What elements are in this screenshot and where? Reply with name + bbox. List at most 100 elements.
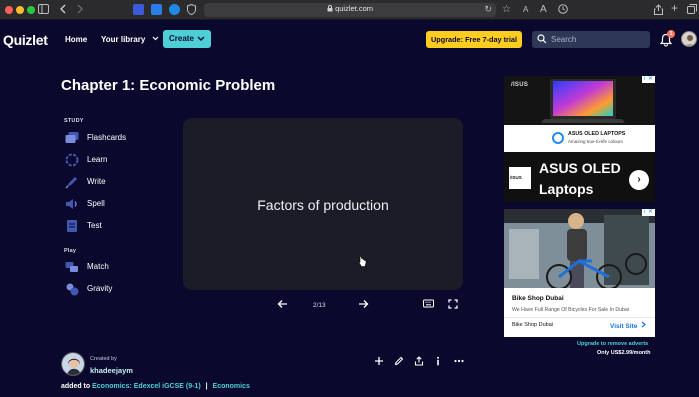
mode-label: Learn bbox=[87, 155, 108, 164]
ad-asus-strip: ASUS OLED LAPTOPS Amazing true-to-life c… bbox=[504, 125, 655, 152]
mouse-cursor-icon bbox=[358, 256, 367, 267]
ad-asus-subline: Amazing true-to-life colours bbox=[568, 139, 623, 144]
ad-bike-advertiser: Bike Shop Dubai bbox=[512, 322, 553, 328]
user-avatar[interactable] bbox=[681, 31, 697, 47]
zoom-window-button[interactable] bbox=[27, 6, 35, 14]
nav-home-link[interactable]: Home bbox=[65, 35, 87, 44]
creator-avatar[interactable] bbox=[61, 352, 85, 376]
upgrade-trial-button[interactable]: Upgrade: Free 7-day trial bbox=[426, 31, 522, 48]
text-larger-icon[interactable]: A bbox=[540, 4, 547, 16]
keyboard-icon bbox=[423, 299, 434, 308]
gravity-planet-icon bbox=[66, 283, 79, 296]
separator: | bbox=[205, 383, 208, 390]
bike-shop-image: i ✕ bbox=[504, 209, 655, 288]
more-options-button[interactable] bbox=[454, 356, 464, 370]
ad-close-icon[interactable]: ✕ bbox=[645, 209, 655, 216]
more-dots-icon bbox=[454, 359, 464, 363]
search-input[interactable]: Search bbox=[532, 31, 650, 48]
speaker-icon bbox=[66, 199, 77, 209]
page-title: Chapter 1: Economic Problem bbox=[61, 77, 276, 94]
chevron-down-icon bbox=[197, 36, 205, 41]
sidebar-toggle-icon[interactable] bbox=[38, 4, 49, 18]
oled-badge-icon bbox=[552, 132, 564, 144]
ad-asus-arrow-button[interactable]: › bbox=[629, 170, 649, 190]
reload-icon[interactable]: ↻ bbox=[484, 4, 492, 15]
edit-set-button[interactable] bbox=[394, 356, 404, 370]
your-library-label: Your library bbox=[101, 35, 146, 44]
visit-site-link[interactable]: Visit Site bbox=[610, 321, 647, 330]
ad-bike-shop[interactable]: i ✕ Bike Shop Dubai We Have Full Range O… bbox=[504, 209, 655, 337]
new-tab-icon[interactable]: + bbox=[671, 2, 678, 14]
mode-label: Write bbox=[87, 177, 106, 186]
mode-label: Spell bbox=[87, 199, 105, 208]
added-to-line: added to Economics: Edexcel iGCSE (9-1) … bbox=[61, 383, 250, 390]
quizlet-logo[interactable]: Quizlet bbox=[3, 32, 48, 48]
share-set-button[interactable] bbox=[414, 356, 424, 370]
nav-your-library-link[interactable]: Your library bbox=[101, 35, 159, 44]
pen-icon bbox=[65, 177, 77, 189]
lock-icon bbox=[327, 5, 333, 12]
next-card-button[interactable] bbox=[358, 299, 369, 312]
back-icon[interactable] bbox=[59, 4, 67, 18]
upgrade-remove-ads-link[interactable]: Upgrade to remove adverts bbox=[577, 341, 648, 347]
ad-asus-footer: /ISUS ASUS OLED Laptops › bbox=[504, 152, 655, 202]
plus-icon bbox=[375, 357, 383, 365]
ad-close-icon[interactable]: ✕ bbox=[645, 76, 655, 83]
created-by-label: Created by bbox=[90, 356, 117, 362]
asus-brand-text: /ISUS bbox=[511, 82, 529, 88]
previous-card-button[interactable] bbox=[277, 299, 288, 312]
shield-icon[interactable] bbox=[187, 3, 196, 19]
card-counter: 2/13 bbox=[313, 302, 326, 309]
pencil-icon bbox=[394, 356, 404, 366]
mode-label: Flashcards bbox=[87, 133, 127, 142]
mode-label: Match bbox=[87, 262, 109, 271]
ad-bike-title: Bike Shop Dubai bbox=[512, 295, 564, 302]
divider bbox=[504, 317, 655, 318]
arrow-right-icon bbox=[359, 300, 369, 308]
creator-name-link[interactable]: khadeejaym bbox=[90, 366, 133, 375]
chevron-down-icon bbox=[152, 36, 158, 41]
create-button[interactable]: Create bbox=[163, 30, 211, 48]
add-to-folder-button[interactable] bbox=[374, 356, 384, 370]
fullscreen-button[interactable] bbox=[448, 299, 458, 312]
history-clock-icon[interactable] bbox=[558, 4, 568, 18]
class-link[interactable]: Economics bbox=[213, 383, 250, 390]
search-icon bbox=[537, 34, 547, 44]
upgrade-price: Only US$2.99/month bbox=[597, 350, 651, 356]
share-icon bbox=[414, 356, 424, 366]
ad-asus-banner: /ISUS i ✕ bbox=[504, 76, 655, 125]
forward-icon[interactable] bbox=[76, 4, 84, 18]
asus-logo: /ISUS bbox=[509, 167, 531, 189]
mode-label: Test bbox=[87, 221, 102, 230]
info-button[interactable] bbox=[435, 356, 441, 370]
share-icon[interactable] bbox=[654, 4, 663, 19]
address-bar[interactable]: quizlet.com ↻ bbox=[204, 3, 496, 17]
flashcards-icon bbox=[65, 132, 79, 143]
text-smaller-icon[interactable]: A bbox=[523, 4, 528, 16]
chevron-right-icon bbox=[641, 321, 647, 328]
browser-toolbar: quizlet.com ↻ ☆ A A + bbox=[0, 0, 699, 20]
learn-icon bbox=[65, 153, 79, 167]
expand-icon bbox=[448, 299, 458, 309]
flashcard-term: Factors of production bbox=[257, 197, 389, 213]
folder-link[interactable]: Economics: Edexcel iGCSE (9-1) bbox=[92, 383, 201, 390]
ad-asus-big-text: ASUS OLED Laptops bbox=[539, 160, 621, 197]
keyboard-shortcuts-button[interactable] bbox=[423, 299, 434, 311]
site-header: Quizlet Home Your library Create Upgrade… bbox=[0, 21, 699, 59]
bookmark-star-icon[interactable]: ☆ bbox=[502, 4, 511, 16]
match-icon bbox=[65, 262, 78, 272]
ad-asus-headline: ASUS OLED LAPTOPS bbox=[568, 131, 626, 137]
info-icon bbox=[437, 356, 439, 366]
added-to-label: added to bbox=[61, 383, 91, 390]
close-window-button[interactable] bbox=[5, 6, 13, 14]
ad-asus[interactable]: /ISUS i ✕ ASUS OLED LAPTOPS Amazing true… bbox=[504, 76, 655, 202]
tab-overview-icon[interactable] bbox=[687, 4, 697, 18]
flashcard[interactable]: Factors of production bbox=[183, 118, 463, 290]
extension-icon[interactable] bbox=[151, 4, 162, 15]
play-section-label: Play bbox=[64, 248, 77, 254]
search-placeholder: Search bbox=[551, 35, 577, 44]
extension-icon[interactable] bbox=[169, 4, 180, 15]
extension-icon[interactable] bbox=[133, 4, 144, 15]
minimize-window-button[interactable] bbox=[16, 6, 24, 14]
arrow-left-icon bbox=[277, 300, 287, 308]
